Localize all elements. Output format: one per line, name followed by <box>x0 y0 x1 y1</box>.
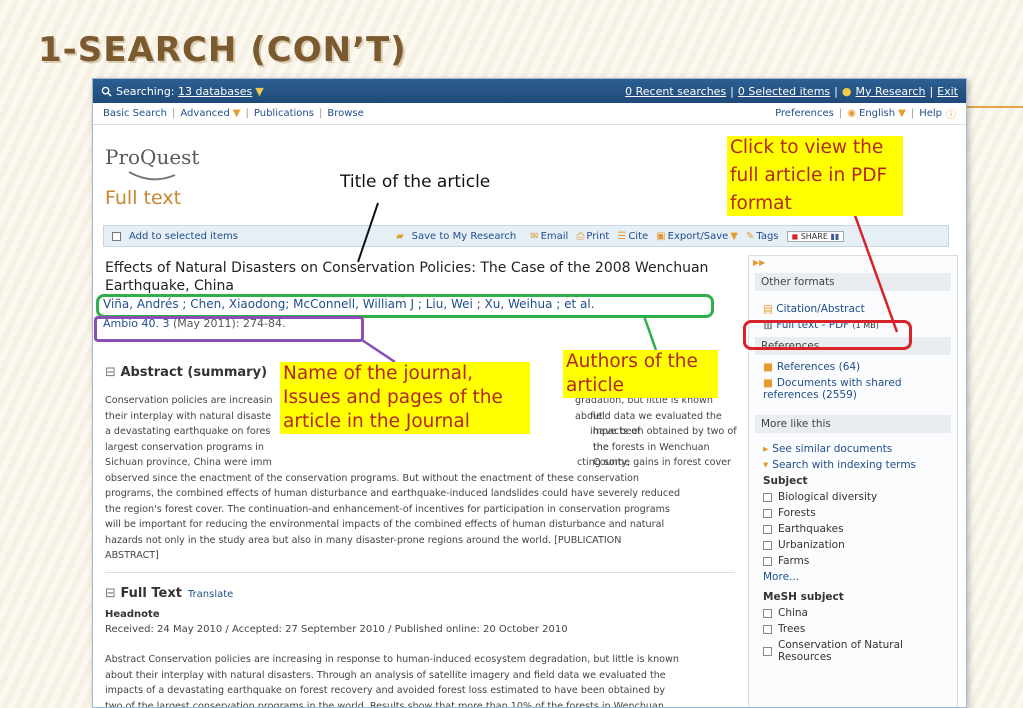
annotation-authors-line: Authors of the <box>566 351 698 372</box>
pdf-highlight-ring <box>743 320 912 350</box>
annotation-title-label: Title of the article <box>340 172 491 192</box>
annotation-journal-line: Issues and pages of the <box>283 387 503 408</box>
annotation-authors-label: Authors of the article <box>563 350 718 398</box>
annotation-journal-label: Name of the journal, Issues and pages of… <box>280 362 530 434</box>
annotation-pdf-label: Click to view the full article in PDF fo… <box>727 136 903 216</box>
annotation-journal-line: Name of the journal, <box>283 363 473 384</box>
annotation-pdf-line: format <box>730 193 792 214</box>
annotation-authors-line: article <box>566 375 625 396</box>
authors-highlight-ring <box>96 294 714 318</box>
annotation-pdf-line: Click to view the <box>730 137 884 158</box>
journal-highlight-ring <box>94 316 364 342</box>
annotation-pdf-line: full article in PDF <box>730 165 888 186</box>
annotation-journal-line: article in the Journal <box>283 411 470 432</box>
annotation-lines <box>357 195 899 364</box>
